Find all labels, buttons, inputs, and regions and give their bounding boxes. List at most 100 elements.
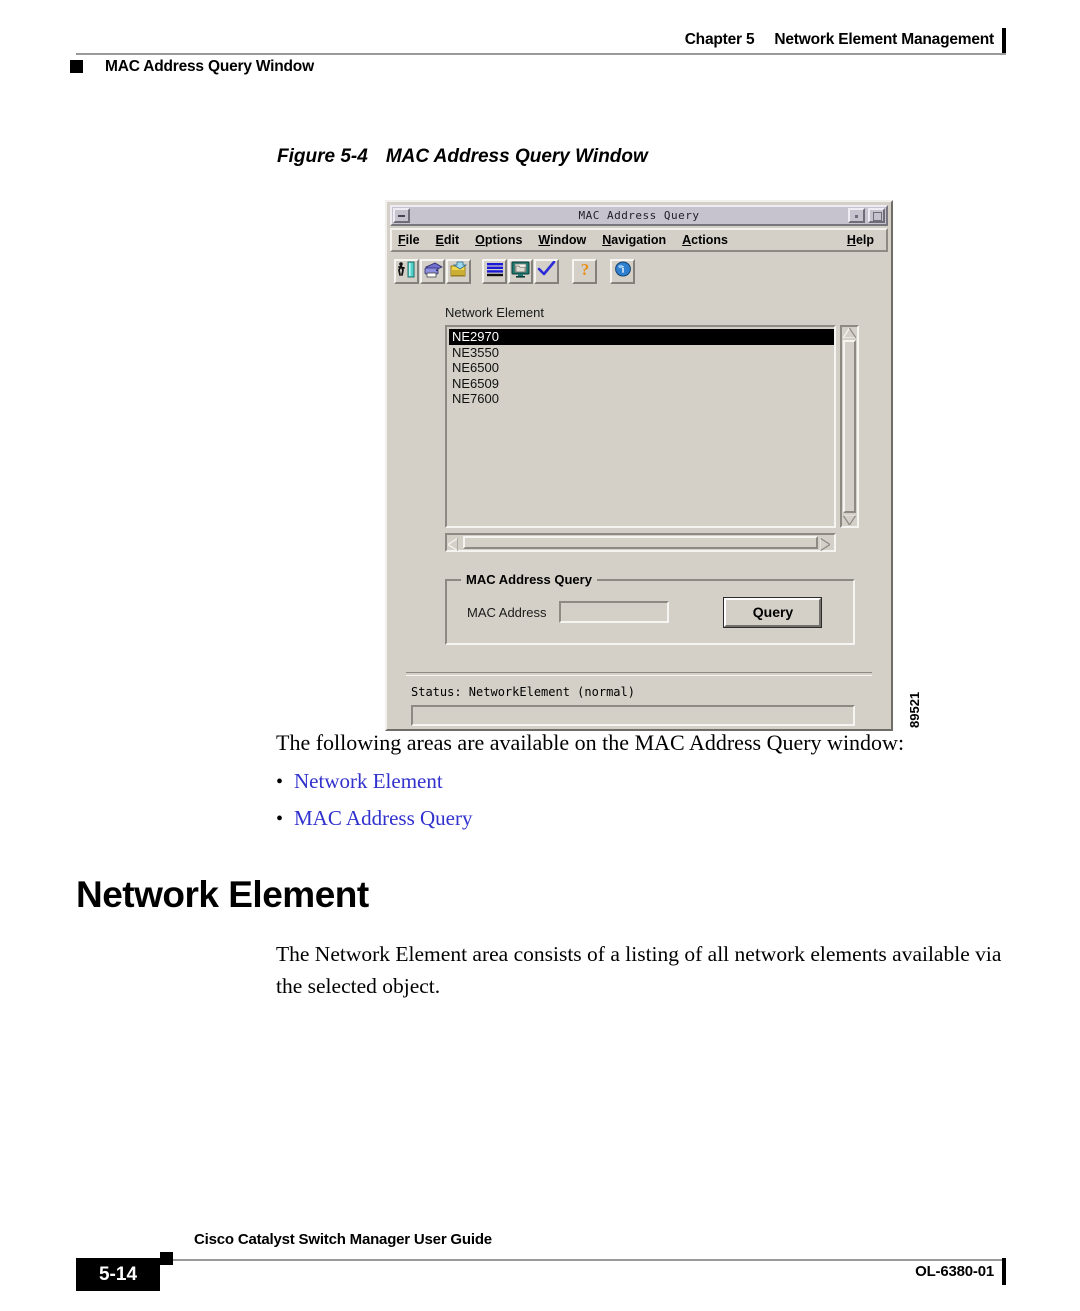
info-button[interactable]: i xyxy=(610,258,635,284)
menu-navigation-label: avigation xyxy=(611,233,667,247)
list-item[interactable]: • MAC Address Query xyxy=(276,803,876,834)
menu-edit[interactable]: Edit xyxy=(436,233,460,247)
status-text: Status: NetworkElement (normal) xyxy=(411,685,635,699)
list-item[interactable]: NE6500 xyxy=(449,360,834,376)
menu-window-label: indow xyxy=(550,233,587,247)
menu-actions[interactable]: Actions xyxy=(682,233,728,247)
print-icon xyxy=(423,261,443,282)
list-view-icon xyxy=(486,262,504,281)
header-change-bar xyxy=(1002,28,1006,55)
page-header: Chapter 5 Network Element Management MAC … xyxy=(0,0,1080,92)
bullet-icon: • xyxy=(276,808,284,830)
menu-edit-label: dit xyxy=(443,233,460,247)
menu-file[interactable]: File xyxy=(398,233,420,247)
list-vertical-scrollbar[interactable] xyxy=(840,325,859,528)
link-mac-address-query[interactable]: MAC Address Query xyxy=(294,803,473,833)
help-question-icon: ? xyxy=(578,260,592,282)
menu-file-mnemonic: F xyxy=(398,233,406,247)
figure-number: Figure 5-4 xyxy=(277,146,368,167)
status-message-field xyxy=(411,705,855,726)
menu-navigation-mnemonic: N xyxy=(602,233,612,247)
network-element-list-area: NE2970 NE3550 NE6500 NE6509 NE7600 xyxy=(445,325,859,528)
mac-address-query-group-title: MAC Address Query xyxy=(461,572,597,587)
bullet-list: • Network Element • MAC Address Query xyxy=(276,766,876,840)
section-paragraph: The Network Element area consists of a l… xyxy=(276,942,1002,998)
list-item[interactable]: NE2970 xyxy=(449,329,834,345)
header-chapter-label: Chapter 5 xyxy=(684,31,755,48)
window-title: MAC Address Query xyxy=(578,209,700,222)
scroll-down-arrow-icon[interactable] xyxy=(843,515,856,525)
menu-edit-mnemonic: E xyxy=(435,233,444,247)
mac-address-query-window[interactable]: MAC Address Query File Edit Options Wind… xyxy=(385,200,893,731)
list-item[interactable]: NE3550 xyxy=(449,345,834,361)
checkmark-button[interactable] xyxy=(534,258,559,284)
print-button[interactable] xyxy=(420,258,445,284)
menu-actions-label: ctions xyxy=(691,233,728,247)
header-chapter: Chapter 5 Network Element Management xyxy=(684,31,995,49)
paste-icon xyxy=(449,261,469,282)
scroll-up-arrow-icon[interactable] xyxy=(843,328,856,338)
status-separator xyxy=(406,672,872,676)
menu-help-label: elp xyxy=(855,233,874,247)
header-rule xyxy=(76,53,1006,55)
horizontal-scroll-thumb[interactable] xyxy=(463,536,818,549)
network-element-list[interactable]: NE2970 NE3550 NE6500 NE6509 NE7600 xyxy=(445,325,836,528)
menu-actions-mnemonic: A xyxy=(682,233,692,247)
footer-doc-id: OL-6380-01 xyxy=(915,1263,994,1280)
mac-address-query-group: MAC Address Query MAC Address Query xyxy=(445,572,855,645)
menu-file-label: ile xyxy=(405,233,420,247)
section-heading: Network Element xyxy=(76,874,369,915)
figure-art-id: 89521 xyxy=(893,672,922,732)
checkmark-icon xyxy=(537,260,556,281)
scroll-left-arrow-icon[interactable] xyxy=(448,537,461,551)
mac-address-input[interactable] xyxy=(559,601,670,623)
intro-paragraph: The following areas are available on the… xyxy=(276,730,905,755)
query-button[interactable]: Query xyxy=(723,596,823,628)
network-element-label: Network Element xyxy=(445,305,544,320)
menu-options[interactable]: Options xyxy=(475,233,522,247)
menu-window[interactable]: Window xyxy=(538,233,586,247)
menu-navigation[interactable]: Navigation xyxy=(602,233,666,247)
footer-rule xyxy=(76,1259,1006,1261)
scroll-right-arrow-icon[interactable] xyxy=(820,537,833,551)
minimize-button[interactable] xyxy=(848,208,865,223)
open-monitor-button[interactable] xyxy=(508,258,533,284)
menu-window-mnemonic: W xyxy=(538,233,551,247)
mac-address-label: MAC Address xyxy=(467,604,547,620)
paste-button[interactable] xyxy=(446,258,471,284)
footer-bullet-square xyxy=(160,1252,173,1265)
figure-title: MAC Address Query Window xyxy=(385,146,648,167)
window-titlebar: MAC Address Query xyxy=(390,205,888,226)
figure-caption: Figure 5-4 MAC Address Query Window xyxy=(277,146,648,168)
bullet-icon: • xyxy=(276,771,284,793)
toolbar: ? i xyxy=(394,257,891,285)
link-network-element[interactable]: Network Element xyxy=(294,766,443,796)
menubar: File Edit Options Window Navigation Acti… xyxy=(390,228,888,252)
footer-change-bar xyxy=(1002,1258,1006,1285)
exit-door-button[interactable] xyxy=(394,258,419,284)
list-item[interactable]: • Network Element xyxy=(276,766,876,797)
list-horizontal-scrollbar[interactable] xyxy=(445,533,836,552)
menu-options-mnemonic: O xyxy=(475,233,485,247)
dialog-content: Network Element NE2970 NE3550 NE6500 NE6… xyxy=(387,305,891,726)
list-item[interactable]: NE6509 xyxy=(449,376,834,392)
menu-help[interactable]: Help xyxy=(847,233,874,247)
header-bullet-square xyxy=(70,60,83,73)
exit-door-icon xyxy=(397,261,416,282)
footer-guide-title: Cisco Catalyst Switch Manager User Guide xyxy=(194,1231,492,1248)
header-chapter-title: Network Element Management xyxy=(774,31,994,48)
figure-art-id-text: 89521 xyxy=(907,691,922,728)
help-question-button[interactable]: ? xyxy=(572,258,597,284)
maximize-button[interactable] xyxy=(868,208,885,223)
mac-address-query-group-body: MAC Address Query xyxy=(447,581,853,643)
header-running-head: MAC Address Query Window xyxy=(105,58,314,75)
menu-options-label: ptions xyxy=(484,233,523,247)
list-item[interactable]: NE7600 xyxy=(449,391,834,407)
svg-text:?: ? xyxy=(580,261,589,278)
page-number-badge: 5-14 xyxy=(76,1258,160,1291)
info-icon: i xyxy=(614,261,632,282)
menu-help-mnemonic: H xyxy=(846,233,856,247)
vertical-scroll-thumb[interactable] xyxy=(843,340,856,513)
open-monitor-icon xyxy=(511,261,530,282)
list-view-button[interactable] xyxy=(482,258,507,284)
